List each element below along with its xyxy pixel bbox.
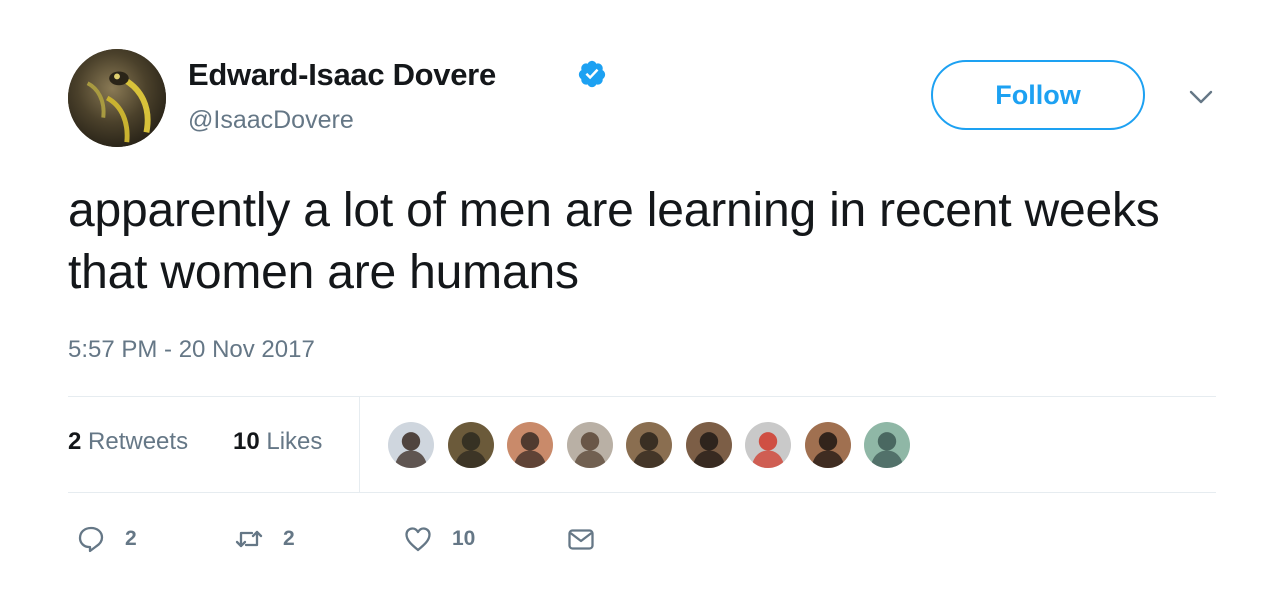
retweet-icon [235, 530, 263, 548]
divider [68, 396, 1216, 397]
author-display-name[interactable]: Edward-Isaac Dovere [188, 57, 496, 93]
retweet-count: 2 [283, 527, 295, 550]
liker-avatar-8-icon[interactable] [803, 420, 853, 470]
chevron-down-icon[interactable] [1188, 88, 1214, 106]
author-handle[interactable]: @IsaacDovere [188, 106, 354, 135]
liker-avatar-5-icon[interactable] [624, 420, 674, 470]
divider-vertical [359, 397, 360, 492]
retweets-stat[interactable]: 2 Retweets [68, 428, 188, 456]
tweet-text: apparently a lot of men are learning in … [68, 184, 1160, 299]
liker-avatar-4-icon[interactable] [565, 420, 615, 470]
envelope-icon [568, 529, 594, 550]
liker-avatar-2-icon[interactable] [446, 420, 496, 470]
likes-label: Likes [266, 428, 323, 455]
divider [68, 492, 1216, 493]
retweets-label: Retweets [88, 428, 189, 455]
reply-count: 2 [125, 527, 137, 550]
retweets-count: 2 [68, 428, 82, 455]
avatar-photo-icon [68, 49, 166, 147]
liker-avatar-3-icon[interactable] [505, 420, 555, 470]
like-button[interactable]: 10 [403, 522, 475, 556]
direct-message-button[interactable] [566, 522, 596, 556]
reply-button[interactable]: 2 [76, 522, 137, 556]
liker-avatar-6-icon[interactable] [684, 420, 734, 470]
liker-avatar-9-icon[interactable] [862, 420, 912, 470]
follow-button[interactable]: Follow [931, 60, 1145, 130]
reply-icon [78, 526, 104, 553]
retweet-button[interactable]: 2 [234, 522, 295, 556]
like-count: 10 [452, 527, 476, 550]
likes-stat[interactable]: 10 Likes [233, 428, 322, 456]
verified-badge-icon [577, 59, 607, 89]
tweet-timestamp[interactable]: 5:57 PM - 20 Nov 2017 [68, 336, 315, 364]
liker-avatar-7-icon[interactable] [743, 420, 793, 470]
author-avatar[interactable] [68, 49, 166, 147]
heart-icon [405, 527, 431, 552]
likes-count: 10 [233, 428, 260, 455]
liker-avatar-1-icon[interactable] [386, 420, 436, 470]
